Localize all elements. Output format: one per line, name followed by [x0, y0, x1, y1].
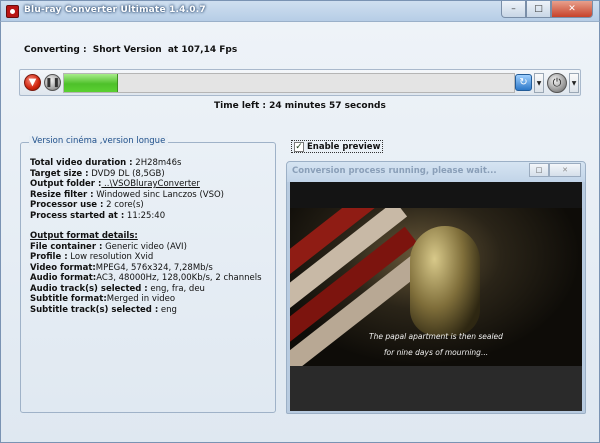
window-title: Blu-ray Converter Ultimate 1.4.0.7 [24, 5, 206, 15]
info-row: Output folder : ..\VSOBlurayConverter [30, 179, 276, 190]
preview-title-bar: Conversion process running, please wait.… [287, 162, 585, 182]
info-value: Windowed sinc Lanczos (VSO) [93, 189, 224, 200]
video-frame: The papal apartment is then sealed for n… [290, 208, 582, 366]
status-speed: at 107,14 Fps [167, 45, 238, 55]
info-row: Video format:MPEG4, 576x324, 7,28Mb/s [30, 263, 276, 274]
progress-fill [64, 74, 118, 92]
minimize-button[interactable]: – [501, 1, 526, 18]
refresh-button[interactable]: ↻ [515, 74, 532, 91]
info-value: eng [158, 304, 177, 315]
app-icon [6, 5, 19, 18]
info-row: Audio format:AC3, 48000Hz, 128,00Kb/s, 2… [30, 273, 276, 284]
enable-preview-checkbox[interactable]: ✓ Enable preview [291, 140, 384, 153]
preview-restore-button[interactable]: □ [529, 163, 549, 177]
info-value: 2 core(s) [103, 200, 144, 210]
letterbox-top [290, 182, 582, 208]
info-value: Merged in video [106, 294, 176, 304]
info-value: Low resolution Xvid [67, 252, 154, 262]
maximize-button[interactable]: □ [526, 1, 551, 18]
info-row: Resize filter : Windowed sinc Lanczos (V… [30, 190, 276, 201]
info-row: Subtitle track(s) selected : eng [30, 305, 276, 316]
info-label: Output folder : [30, 179, 102, 189]
info-label: Resize filter : [30, 189, 94, 200]
info-label: Audio format: [30, 273, 97, 283]
stop-icon: ▼ [28, 77, 37, 88]
subtitle-line-2: for nine days of mourning... [383, 348, 489, 357]
title-bar: Blu-ray Converter Ultimate 1.4.0.7 – □ ✕ [0, 0, 600, 22]
output-format-heading: Output format details: [30, 231, 138, 241]
close-button[interactable]: ✕ [551, 1, 593, 18]
info-label: Video format: [30, 262, 96, 273]
info-row: File container : Generic video (AVI) [30, 242, 276, 253]
power-button[interactable]: ⏻ [547, 73, 567, 93]
info-label: Processor use : [30, 200, 104, 210]
version-details-group: Version cinéma ,version longue Total vid… [20, 136, 276, 413]
info-label: Process started at : [30, 210, 125, 221]
conversion-toolbar: ▼ ❚❚ ↻ ▼ ⏻ ▼ [19, 69, 581, 96]
info-label: Profile : [30, 252, 68, 262]
enable-preview-label: Enable preview [307, 141, 381, 152]
power-icon: ⏻ [552, 76, 562, 89]
window-controls: – □ ✕ [501, 1, 593, 18]
conversion-info: Total video duration : 2H28m46s Target s… [30, 158, 276, 315]
time-left-value: 24 minutes 57 seconds [269, 101, 386, 111]
chevron-down-icon: ▼ [536, 79, 542, 87]
status-item: Short Version [92, 45, 162, 55]
info-row: Profile : Low resolution Xvid [30, 252, 276, 263]
chevron-down-icon: ▼ [571, 79, 577, 87]
info-row: Processor use : 2 core(s) [30, 200, 276, 211]
info-row: Total video duration : 2H28m46s [30, 158, 276, 169]
pause-button[interactable]: ❚❚ [44, 74, 61, 91]
preview-area: The papal apartment is then sealed for n… [290, 182, 582, 411]
preview-title: Conversion process running, please wait.… [292, 166, 497, 176]
info-value: MPEG4, 576x324, 7,28Mb/s [95, 262, 213, 273]
info-value: AC3, 48000Hz, 128,00Kb/s, 2 channels [96, 273, 262, 283]
time-left: Time left : 24 minutes 57 seconds [214, 101, 386, 111]
preview-window: Conversion process running, please wait.… [286, 161, 586, 414]
info-value: 2H28m46s [132, 158, 182, 168]
time-left-label: Time left : [214, 101, 266, 111]
video-object [410, 226, 480, 336]
preview-close-button[interactable]: ✕ [549, 163, 581, 177]
refresh-dropdown-button[interactable]: ▼ [534, 73, 544, 93]
output-folder-link[interactable]: ..\VSOBlurayConverter [101, 179, 200, 189]
info-value: Generic video (AVI) [102, 241, 187, 252]
info-row: Process started at : 11:25:40 [30, 211, 276, 222]
letterbox-bottom [290, 366, 582, 411]
main-panel: Converting : Short Version at 107,14 Fps… [0, 22, 600, 443]
pause-icon: ❚❚ [44, 77, 61, 88]
info-value: 11:25:40 [124, 210, 166, 221]
info-label: Subtitle track(s) selected : [30, 304, 159, 315]
info-value: eng, fra, deu [147, 283, 205, 294]
checkmark-icon[interactable]: ✓ [294, 141, 304, 152]
status-label: Converting : [24, 45, 87, 55]
power-dropdown-button[interactable]: ▼ [569, 73, 579, 93]
progress-bar [63, 73, 515, 93]
info-label: Subtitle format: [30, 294, 107, 304]
conversion-status: Converting : Short Version at 107,14 Fps [24, 45, 240, 55]
preview-window-controls: □ ✕ [529, 163, 581, 177]
info-row: Audio track(s) selected : eng, fra, deu [30, 284, 276, 295]
info-label: Total video duration : [30, 158, 133, 168]
info-label: Target size : [30, 168, 89, 179]
info-label: Audio track(s) selected : [30, 283, 148, 294]
stop-button[interactable]: ▼ [24, 74, 41, 91]
info-value: DVD9 DL (8,5GB) [88, 168, 165, 179]
info-label: File container : [30, 241, 103, 252]
subtitle-line-1: The papal apartment is then sealed [369, 332, 503, 341]
info-row: Subtitle format:Merged in video [30, 294, 276, 305]
info-row: Target size : DVD9 DL (8,5GB) [30, 169, 276, 180]
refresh-icon: ↻ [519, 77, 528, 88]
group-title: Version cinéma ,version longue [29, 136, 169, 146]
